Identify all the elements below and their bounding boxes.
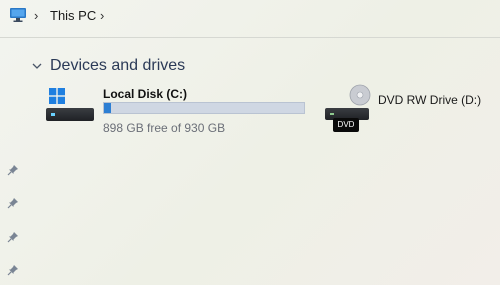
pin-icon[interactable] — [7, 264, 19, 276]
windows-logo-icon — [49, 88, 65, 104]
breadcrumb-this-pc[interactable]: This PC — [50, 8, 96, 23]
hard-drive-icon — [46, 108, 94, 121]
quick-access-pins — [7, 160, 23, 280]
group-label: Devices and drives — [50, 57, 186, 74]
drive-usage-text: 898 GB free of 930 GB — [103, 121, 226, 135]
address-bar[interactable]: › This PC › — [0, 0, 500, 34]
optical-disc-icon — [349, 84, 371, 106]
drive-local-disk-c[interactable]: Local Disk (C:) 898 GB free of 930 GB — [46, 84, 316, 142]
pin-icon[interactable] — [7, 197, 19, 209]
drive-led-icon — [330, 113, 334, 115]
drive-led-icon — [51, 113, 55, 116]
storage-usage-fill — [104, 103, 111, 113]
storage-usage-bar — [103, 102, 305, 114]
address-bar-divider — [0, 37, 500, 38]
breadcrumb-chevron-icon[interactable]: › — [34, 8, 38, 23]
dvd-badge: DVD — [333, 118, 359, 132]
drive-name: DVD RW Drive (D:) — [378, 93, 482, 107]
computer-monitor-icon — [10, 8, 26, 22]
group-header-devices-and-drives[interactable]: Devices and drives — [30, 57, 185, 75]
pin-icon[interactable] — [7, 231, 19, 243]
drive-name: Local Disk (C:) — [103, 87, 188, 101]
pin-icon[interactable] — [7, 164, 19, 176]
chevron-down-icon — [32, 63, 42, 69]
drive-dvd-rw-d[interactable]: DVD DVD RW Drive (D:) — [323, 84, 498, 134]
breadcrumb-chevron-icon[interactable]: › — [100, 8, 104, 23]
